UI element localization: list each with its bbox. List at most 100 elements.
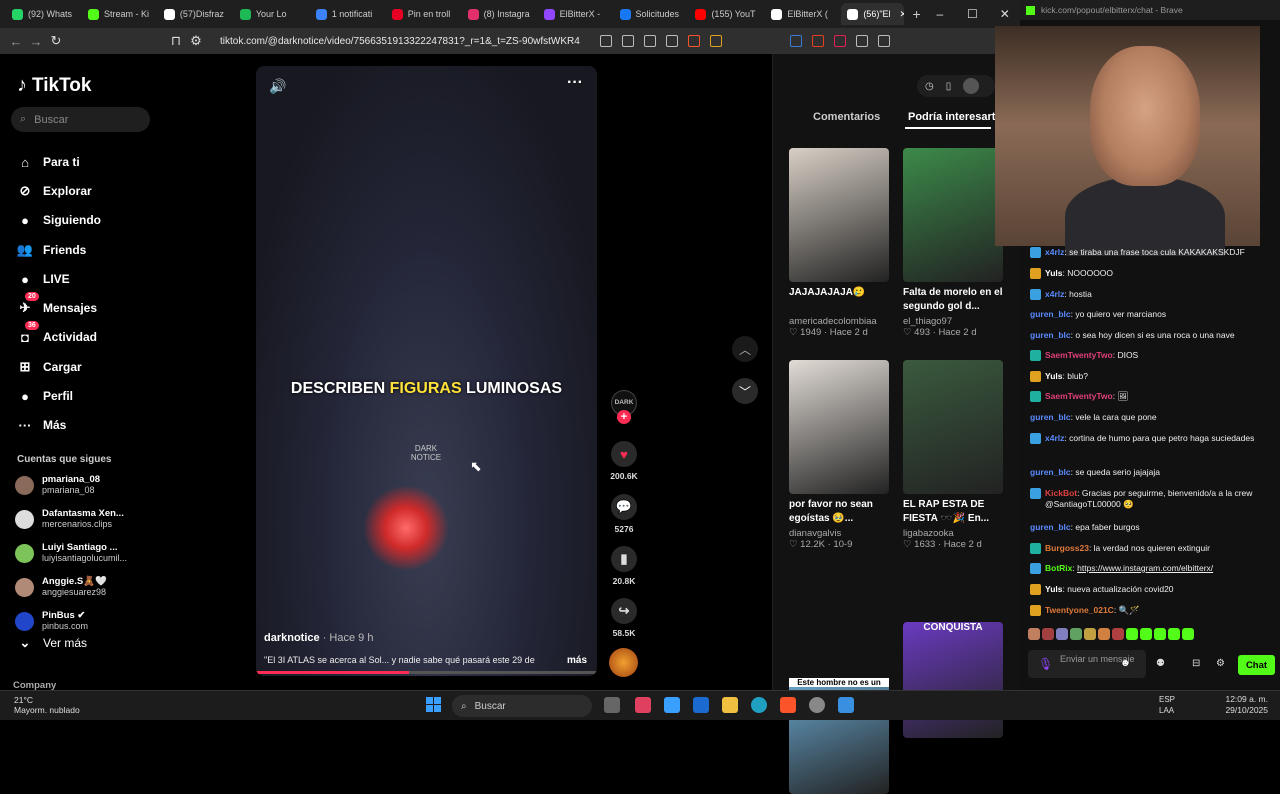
chat-username[interactable]: x4rlz [1045,247,1064,257]
url-field[interactable]: tiktok.com/@darknotice/video/75663519133… [220,36,580,47]
chat-username[interactable]: KickBot [1045,488,1077,498]
video-thumbnail[interactable] [789,360,889,494]
followed-account[interactable]: Luiyi Santiago ... luiyisantiagolucumil..… [15,542,127,564]
video-card[interactable]: por favor no sean egoístas 🥹... dianavgal… [789,360,889,550]
share-button[interactable]: ↪ 58.5K [608,598,640,638]
nav-item[interactable]: ⊞ Cargar [17,359,82,375]
emote-icon[interactable] [1098,628,1110,640]
emote-icon[interactable] [1154,628,1166,640]
emote-icon[interactable] [1140,628,1152,640]
video-progress-bar[interactable] [256,671,597,674]
chat-username[interactable]: guren_blc [1030,330,1071,340]
browser-tab[interactable]: (8) Instagra [462,3,536,25]
extension-icon[interactable] [600,35,612,47]
video-card[interactable]: Falta de morelo en el segundo gol d... el… [903,148,1003,338]
app-icon[interactable] [809,697,825,713]
task-view-icon[interactable] [604,697,620,713]
close-window-icon[interactable]: ✕ [990,7,1020,21]
chat-username[interactable]: Burgoss23 [1045,543,1089,553]
volume-icon[interactable]: 🔊 [269,78,286,95]
search-input[interactable]: ⌕ Buscar [11,107,150,132]
bookmark-icon[interactable]: ⊓ [166,33,186,49]
browser-tab[interactable]: (155) YouT [689,3,763,25]
video-author[interactable]: darknotice · Hace 9 h [264,632,373,644]
back-icon[interactable]: ← [6,34,26,49]
video-card[interactable]: Este hombre no es un [789,572,889,794]
nav-item[interactable]: ● Perfil [17,388,73,404]
video-thumbnail[interactable] [903,360,1003,494]
maximize-icon[interactable]: ☐ [957,7,987,21]
video-author[interactable]: ligabazooka [903,528,1003,539]
taskbar-search[interactable]: ⌕ Buscar [452,695,592,717]
emote-icon[interactable] [1042,628,1054,640]
chat-username[interactable]: x4rlz [1045,289,1064,299]
emote-icon[interactable] [1126,628,1138,640]
save-button[interactable]: ▮ 20.8K [608,546,640,586]
translate-icon[interactable] [644,35,656,47]
video-player[interactable]: 🔊 ··· DESCRIBEN FIGURAS LUMINOSAS DARK N… [256,66,597,676]
chat-username[interactable]: SaemTwentyTwo [1045,350,1113,360]
app-icon[interactable] [838,697,854,713]
browser-tab[interactable]: Pin en troll [386,3,460,25]
emote-icon[interactable] [1168,628,1180,640]
video-title[interactable]: Falta de morelo en el segundo gol d... [903,286,1003,314]
emote-icon[interactable] [1084,628,1096,640]
next-video-button[interactable]: ﹀ [732,378,758,404]
emote-icon[interactable] [1182,628,1194,640]
chat-username[interactable]: BotRix [1045,563,1072,573]
start-button[interactable] [426,697,441,712]
app-icon[interactable] [664,697,680,713]
emoji-icon[interactable]: ☻ [1120,658,1131,669]
browser-tab[interactable]: 1 notificati [310,3,384,25]
comment-button[interactable]: 💬 5276 [608,494,640,534]
video-title[interactable]: EL RAP ESTA DE FIESTA 🕶️🎉 En... [903,498,1003,526]
browser-tab[interactable]: ElBitterX - [538,3,612,25]
edge-icon[interactable] [751,697,767,713]
like-button[interactable]: ♥ 200.6K [608,441,640,481]
avatar[interactable] [963,78,980,94]
browser-tab[interactable]: ElBitterX ( [765,3,839,25]
file-explorer-icon[interactable] [722,697,738,713]
tab-comments[interactable]: Comentarios [813,111,880,123]
chat-text[interactable]: https://www.instagram.com/elbitterx/ [1077,563,1213,573]
clock[interactable]: 12:09 a. m. 29/10/2025 [1198,694,1268,716]
app-icon[interactable] [635,697,651,713]
minimize-icon[interactable]: – [925,7,955,21]
video-author[interactable]: americadecolombiaa [789,316,889,327]
browser-tab[interactable]: Solicitudes [614,3,688,25]
followed-account[interactable]: Anggie.S🧸🤍 anggiesuarez98 [15,576,107,598]
see-more-description[interactable]: más [567,655,587,666]
chat-username[interactable]: x4rlz [1045,433,1064,443]
chat-username[interactable]: guren_blc [1030,309,1071,319]
clock-icon[interactable]: ◷ [925,81,934,92]
reload-icon[interactable]: ↻ [46,33,66,49]
extension-icon[interactable] [878,35,890,47]
emote-icon[interactable] [1112,628,1124,640]
brave-icon[interactable] [780,697,796,713]
video-card[interactable]: JAJAJAJAJA🥲 americadecolombiaa ♡ 1949 · Ha… [789,148,889,338]
gift-icon[interactable]: ⊟ [1192,658,1200,669]
emote-bar[interactable] [1028,628,1268,644]
music-disc[interactable] [609,648,638,677]
chat-username[interactable]: guren_blc [1030,467,1071,477]
followed-account[interactable]: pmariana_08 pmariana_08 [15,474,100,496]
chat-username[interactable]: Yuls [1045,584,1062,594]
nav-item[interactable]: ⊘ Explorar [17,183,92,199]
nav-item[interactable]: 👥 Friends [17,242,86,258]
extension-icon[interactable] [834,35,846,47]
see-more-button[interactable]: ⌄ Ver más [17,635,87,651]
chat-username[interactable]: SaemTwentyTwo [1045,391,1113,401]
chat-username[interactable]: guren_blc [1030,412,1071,422]
emote-icon[interactable] [1056,628,1068,640]
chat-username[interactable]: Yuls [1045,268,1062,278]
close-tab-icon[interactable]: ✕ [900,9,905,20]
video-author[interactable]: el_thiago97 [903,316,1003,327]
chat-username[interactable]: Yuls [1045,371,1062,381]
creator-avatar[interactable]: DARK + [608,390,640,424]
brave-rewards-icon[interactable] [710,35,722,47]
nav-item[interactable]: ◘ 36 Actividad [17,321,97,345]
settings-icon[interactable]: ⚙ [1216,658,1225,669]
chat-send-button[interactable]: Chat [1238,655,1275,675]
nav-item[interactable]: ⌂ Para ti [17,154,80,170]
extension-icon[interactable] [812,35,824,47]
